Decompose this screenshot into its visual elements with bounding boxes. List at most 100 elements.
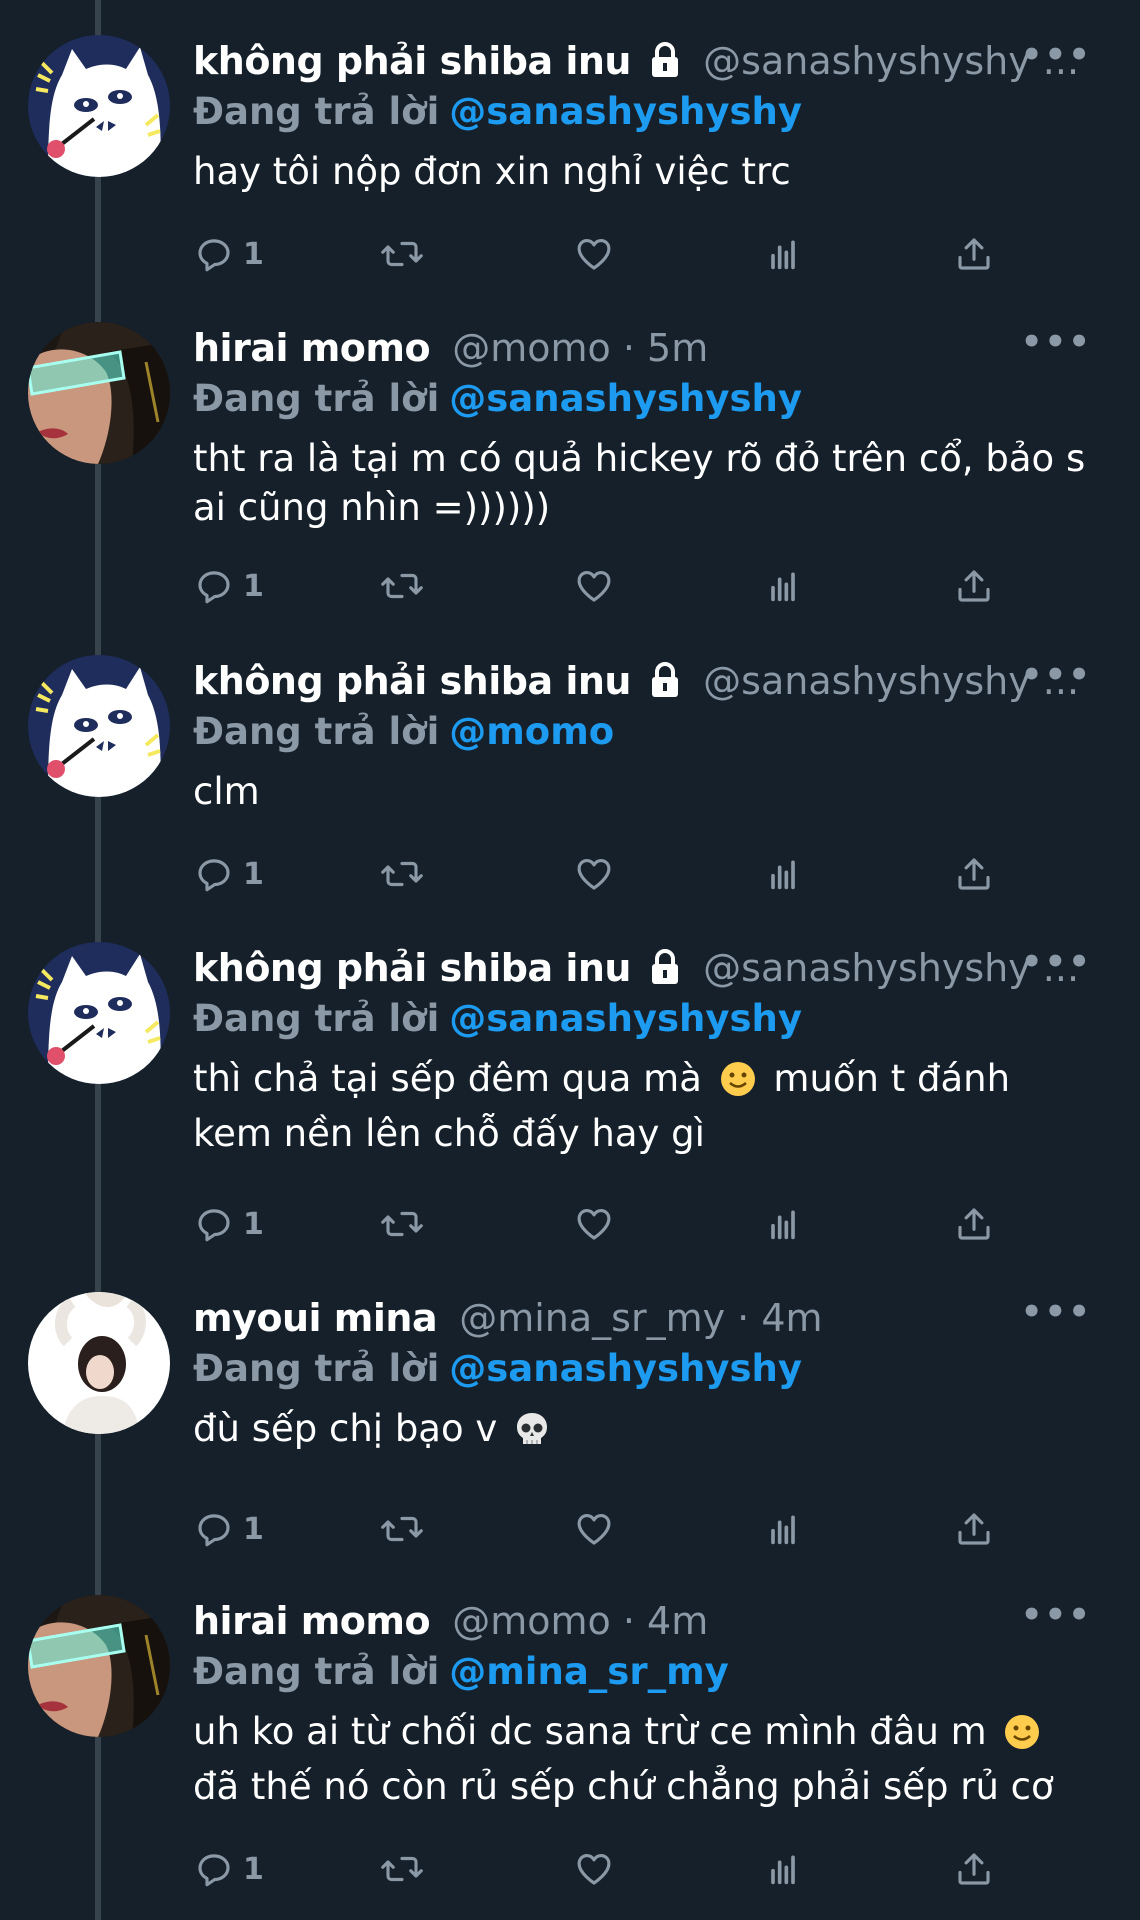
reply-button[interactable]: 1 (193, 1845, 264, 1893)
reply-button[interactable]: 1 (193, 850, 264, 898)
more-options-icon[interactable]: ••• (1021, 942, 1092, 982)
retweet-button[interactable] (379, 1200, 425, 1248)
replying-to-link[interactable]: @sanashyshyshy (449, 1347, 802, 1390)
views-icon (763, 1508, 803, 1550)
mina-avatar-image (28, 1292, 170, 1434)
tweet-content: không phải shiba inu @sanashyshyshy ... … (193, 35, 1100, 196)
more-options-icon[interactable]: ••• (1021, 35, 1092, 75)
reply-icon (193, 565, 235, 607)
display-name[interactable]: không phải shiba inu (193, 39, 631, 83)
views-icon (763, 565, 803, 607)
reply-icon (193, 1203, 235, 1245)
replying-to-link[interactable]: @sanashyshyshy (449, 90, 802, 133)
tweet-text: đù sếp chị bạo v (193, 1404, 1093, 1459)
tweet-text: uh ko ai từ chối dc sana trừ ce mình đâu… (193, 1707, 1093, 1811)
replying-to-link[interactable]: @sanashyshyshy (449, 997, 802, 1040)
timestamp[interactable]: 4m (761, 1296, 822, 1340)
share-button[interactable] (953, 1505, 995, 1553)
retweet-icon (379, 1203, 425, 1245)
retweet-icon (379, 233, 425, 275)
user-handle[interactable]: @momo (452, 326, 611, 370)
like-button[interactable] (573, 1845, 615, 1893)
like-icon (573, 1203, 615, 1245)
avatar[interactable] (28, 1292, 170, 1434)
like-button[interactable] (573, 850, 615, 898)
views-button[interactable] (763, 1845, 803, 1893)
replying-to: Đang trả lời @sanashyshyshy (193, 994, 1100, 1044)
more-options-icon[interactable]: ••• (1021, 322, 1092, 362)
like-icon (573, 1848, 615, 1890)
replying-to: Đang trả lời @sanashyshyshy (193, 87, 1100, 137)
share-icon (953, 565, 995, 607)
share-button[interactable] (953, 1200, 995, 1248)
retweet-button[interactable] (379, 230, 425, 278)
display-name[interactable]: hirai momo (193, 1599, 431, 1643)
tweet-content: không phải shiba inu @sanashyshyshy ... … (193, 655, 1100, 816)
replying-to-link[interactable]: @mina_sr_my (449, 1650, 729, 1693)
tweet-text: tht ra là tại m có quả hickey rõ đỏ trên… (193, 437, 1086, 529)
more-options-icon[interactable]: ••• (1021, 655, 1092, 695)
display-name[interactable]: không phải shiba inu (193, 659, 631, 703)
views-button[interactable] (763, 1200, 803, 1248)
avatar[interactable] (28, 322, 170, 464)
user-handle[interactable]: @mina_sr_my (459, 1296, 725, 1340)
tweet-text: clm (193, 770, 260, 813)
like-button[interactable] (573, 562, 615, 610)
tweet-header: hirai momo @momo · 5m (193, 322, 1100, 374)
views-button[interactable] (763, 850, 803, 898)
share-button[interactable] (953, 562, 995, 610)
retweet-icon (379, 565, 425, 607)
share-button[interactable] (953, 850, 995, 898)
replying-to-label: Đang trả lời (193, 997, 440, 1040)
momo-avatar-image (28, 322, 170, 464)
avatar[interactable] (28, 1595, 170, 1737)
views-button[interactable] (763, 1505, 803, 1553)
share-button[interactable] (953, 230, 995, 278)
avatar[interactable] (28, 655, 170, 797)
timestamp[interactable]: 4m (647, 1599, 708, 1643)
replying-to-label: Đang trả lời (193, 377, 440, 420)
reply-button[interactable]: 1 (193, 1505, 264, 1553)
user-handle[interactable]: @momo (452, 1599, 611, 1643)
cat-avatar-image (28, 655, 170, 797)
like-button[interactable] (573, 1505, 615, 1553)
like-icon (573, 233, 615, 275)
like-icon (573, 1508, 615, 1550)
views-button[interactable] (763, 230, 803, 278)
like-button[interactable] (573, 1200, 615, 1248)
retweet-button[interactable] (379, 562, 425, 610)
display-name[interactable]: myoui mina (193, 1296, 438, 1340)
replying-to-link[interactable]: @momo (449, 710, 614, 753)
avatar[interactable] (28, 942, 170, 1084)
avatar[interactable] (28, 35, 170, 177)
retweet-button[interactable] (379, 1845, 425, 1893)
views-icon (763, 233, 803, 275)
reply-button[interactable]: 1 (193, 1200, 264, 1248)
reply-button[interactable]: 1 (193, 230, 264, 278)
retweet-button[interactable] (379, 850, 425, 898)
share-button[interactable] (953, 1845, 995, 1893)
timestamp[interactable]: 5m (647, 326, 708, 370)
cat-avatar-image (28, 942, 170, 1084)
replying-to-link[interactable]: @sanashyshyshy (449, 377, 802, 420)
retweet-icon (379, 1508, 425, 1550)
tweet-header: hirai momo @momo · 4m (193, 1595, 1100, 1647)
tweet-actions: 1 (193, 562, 1013, 610)
share-icon (953, 233, 995, 275)
display-name[interactable]: hirai momo (193, 326, 431, 370)
tweet-actions: 1 (193, 1200, 1013, 1248)
share-icon (953, 1848, 995, 1890)
views-button[interactable] (763, 562, 803, 610)
text-part: đã thế nó còn rủ sếp chứ chẳng phải sếp … (193, 1765, 1054, 1808)
reply-button[interactable]: 1 (193, 562, 264, 610)
like-button[interactable] (573, 230, 615, 278)
like-icon (573, 853, 615, 895)
tweet-header: không phải shiba inu @sanashyshyshy ... (193, 942, 1100, 994)
like-icon (573, 565, 615, 607)
more-options-icon[interactable]: ••• (1021, 1595, 1092, 1635)
display-name[interactable]: không phải shiba inu (193, 946, 631, 990)
tweet-actions: 1 (193, 1845, 1013, 1893)
more-options-icon[interactable]: ••• (1021, 1292, 1092, 1332)
text-part: đù sếp chị bạo v (193, 1407, 510, 1450)
retweet-button[interactable] (379, 1505, 425, 1553)
